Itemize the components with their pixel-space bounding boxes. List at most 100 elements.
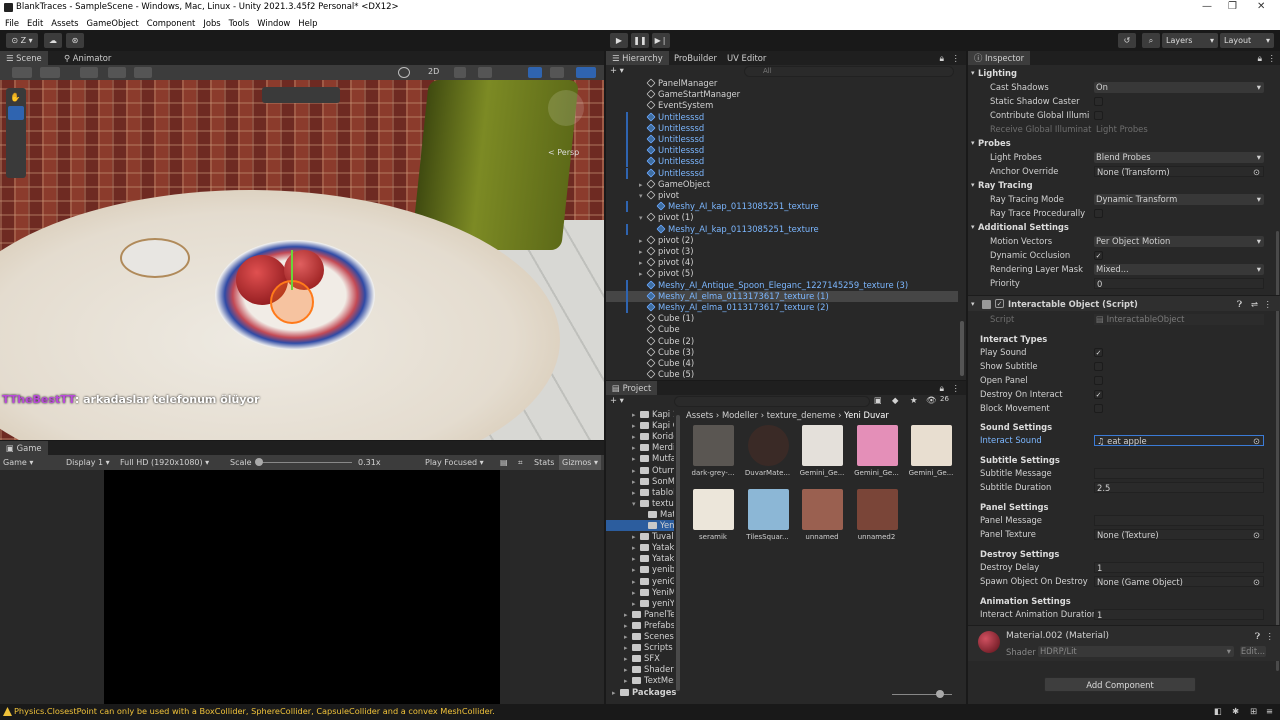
hierarchy-item[interactable]: Cube — [606, 324, 958, 335]
cast-shadows-dropdown[interactable]: On ▾ — [1094, 82, 1264, 93]
panel-message-field[interactable] — [1094, 515, 1264, 526]
hierarchy-item[interactable]: EventSystem — [606, 100, 958, 111]
light-probes-dropdown[interactable]: Blend Probes ▾ — [1094, 152, 1264, 163]
minimize-icon[interactable]: — — [1202, 1, 1212, 12]
folder-item[interactable]: ▸yeniba — [606, 564, 674, 575]
tab-hierarchy[interactable]: ☰ Hierarchy — [606, 51, 669, 65]
show-subtitle-checkbox[interactable] — [1094, 362, 1103, 371]
asset-thumbnail[interactable] — [693, 489, 734, 530]
ray-tracing-header[interactable]: ▾ Ray Tracing — [968, 179, 1280, 193]
hierarchy-item[interactable]: Meshy_AI_kap_0113085251_texture — [606, 223, 958, 235]
folder-item[interactable]: ▸ SFX — [606, 653, 674, 664]
asset-thumbnail[interactable] — [802, 489, 843, 530]
game-mode-dropdown[interactable]: Game ▾ — [3, 455, 33, 470]
pause-button[interactable]: ❚❚ — [631, 33, 649, 48]
scale-slider-track[interactable] — [256, 462, 352, 463]
audio-toggle-icon[interactable] — [454, 67, 466, 78]
filter-type-icon[interactable]: ▣ — [874, 395, 882, 405]
hidden-packages-icon[interactable]: 👁︎ — [926, 395, 937, 406]
orientation-gizmo-icon[interactable] — [548, 90, 584, 126]
help-icon[interactable]: ❓︎ — [1255, 631, 1260, 642]
fx-toggle-icon[interactable] — [478, 67, 492, 78]
aspect-icon[interactable]: ⌗ — [518, 455, 523, 470]
foldout-arrow-icon[interactable]: ▾ — [971, 137, 975, 151]
hierarchy-item[interactable]: Cube (4) — [606, 358, 958, 369]
add-object-button[interactable]: + ▾ — [610, 65, 624, 75]
account-button[interactable]: ⊙ Z ▾ — [6, 33, 38, 48]
tab-probuilder[interactable]: ProBuilder — [668, 51, 723, 65]
folder-item[interactable]: Yeni — [606, 520, 674, 532]
probes-header[interactable]: ▾ Probes — [968, 137, 1280, 151]
motion-vectors-dropdown[interactable]: Per Object Motion ▾ — [1094, 236, 1264, 247]
folder-item[interactable]: ▸Kapi 1 — [606, 409, 674, 420]
stats-button[interactable]: Stats — [534, 455, 554, 470]
search-icon[interactable]: ⌕ — [1142, 33, 1160, 48]
progress-icon[interactable]: ◧ — [1214, 706, 1222, 716]
foldout-arrow-icon[interactable]: ▾ — [971, 296, 975, 312]
play-button[interactable]: ▶ — [610, 33, 628, 48]
folder-item[interactable]: ▸Yatak ( — [606, 553, 674, 564]
draw-mode-icon[interactable] — [40, 67, 60, 78]
folder-item[interactable]: Mate — [606, 509, 674, 520]
folder-item[interactable]: ▸YeniMo — [606, 587, 674, 598]
hierarchy-item[interactable]: ▾ pivot (1) — [606, 212, 958, 223]
menu-tools[interactable]: Tools — [229, 16, 250, 30]
hierarchy-item[interactable]: Cube (3) — [606, 347, 958, 358]
scene-visibility-icon[interactable] — [528, 67, 542, 78]
folder-item[interactable]: ▸yeniGe — [606, 576, 674, 587]
priority-field[interactable]: 0 — [1094, 278, 1264, 289]
anchor-override-field[interactable]: None (Transform) ⊙ — [1094, 166, 1264, 177]
block-movement-checkbox[interactable] — [1094, 404, 1103, 413]
tab-inspector[interactable]: ⓘ Inspector — [968, 51, 1031, 65]
asset-thumbnail[interactable] — [802, 425, 843, 466]
mute-audio-icon[interactable]: ▤ — [500, 455, 508, 470]
hierarchy-item[interactable]: Meshy_AI_Antique_Spoon_Eleganc_122714525… — [606, 279, 958, 291]
hierarchy-item[interactable]: Untitlesssd — [606, 167, 958, 179]
folder-item[interactable]: ▸Merdiv — [606, 442, 674, 453]
hierarchy-item[interactable]: Untitlesssd — [606, 111, 958, 123]
hierarchy-item[interactable]: ▸ pivot (4) — [606, 257, 958, 268]
step-button[interactable]: ▶❘ — [652, 33, 670, 48]
menu-window[interactable]: Window — [257, 16, 290, 30]
lighting-toggle-icon[interactable] — [398, 67, 410, 78]
breadcrumb-modeller[interactable]: Modeller — [722, 410, 758, 420]
close-icon[interactable]: ✕ — [1257, 1, 1265, 12]
more-options-icon[interactable]: ⋮ — [952, 383, 960, 393]
hierarchy-item[interactable]: Cube (5) — [606, 369, 958, 380]
menu-component[interactable]: Component — [147, 16, 196, 30]
open-panel-checkbox[interactable] — [1094, 376, 1103, 385]
folder-item[interactable]: ▸Oturma — [606, 465, 674, 476]
menu-file[interactable]: File — [5, 16, 19, 30]
hierarchy-item[interactable]: Cube (1) — [606, 313, 958, 324]
asset-thumbnail[interactable] — [747, 425, 789, 466]
menu-gameobject[interactable]: GameObject — [87, 16, 139, 30]
tab-game[interactable]: ▣ Game — [0, 441, 48, 455]
destroy-on-interact-checkbox[interactable]: ✓ — [1094, 390, 1103, 399]
console-icon[interactable]: ≡ — [1266, 706, 1273, 716]
network-icon[interactable]: ⊞ — [1250, 706, 1257, 716]
tab-scene[interactable]: ☰ Scene — [0, 51, 48, 65]
foldout-arrow-icon[interactable]: ▾ — [971, 221, 975, 235]
gizmos-dropdown[interactable]: Gizmos ▾ — [559, 455, 602, 470]
more-options-icon[interactable]: ⋮ — [952, 53, 960, 63]
material-menu-icon[interactable]: ⋮ — [1266, 631, 1274, 641]
lighting-header[interactable]: Lighting ▾ — [968, 67, 1280, 81]
menu-edit[interactable]: Edit — [27, 16, 43, 30]
menu-help[interactable]: Help — [298, 16, 317, 30]
hierarchy-item[interactable]: ▸ pivot (5) — [606, 268, 958, 279]
favorite-icon[interactable]: ★ — [910, 395, 918, 405]
folder-item[interactable]: ▸Shaders — [606, 664, 674, 675]
cloud-icon[interactable]: ☁ — [44, 33, 62, 48]
panel-texture-field[interactable]: None (Texture) ⊙ — [1094, 529, 1264, 540]
filter-label-icon[interactable]: ◆ — [892, 395, 898, 405]
subtitle-message-field[interactable] — [1094, 468, 1264, 479]
hierarchy-item[interactable]: ▸ pivot (3) — [606, 246, 958, 257]
asset-thumbnail[interactable] — [747, 489, 789, 530]
debug-icon[interactable]: ✱ — [1232, 706, 1239, 716]
folder-item[interactable]: ▸yeniYa — [606, 598, 674, 609]
folder-item[interactable]: ▸Kapi Gi — [606, 420, 674, 431]
hierarchy-item[interactable]: ▸ pivot (2) — [606, 235, 958, 246]
status-message[interactable]: Physics.ClosestPoint can only be used wi… — [14, 706, 495, 716]
layout-dropdown[interactable]: Layout ▾ — [1220, 33, 1274, 48]
persp-label[interactable]: < Persp — [548, 148, 579, 157]
